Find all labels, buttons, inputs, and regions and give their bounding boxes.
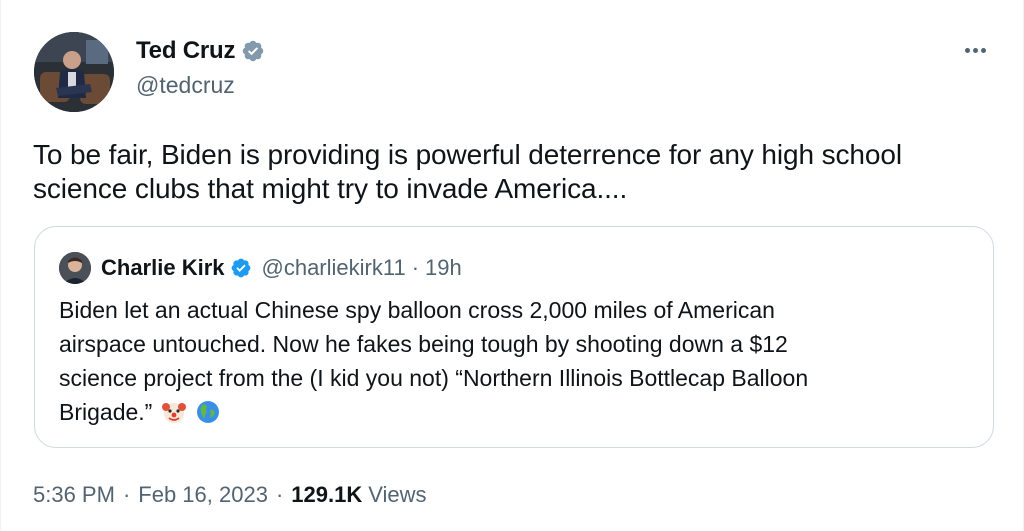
gray-verified-badge-icon — [243, 40, 264, 62]
author-display-name[interactable]: Ted Cruz — [136, 37, 235, 65]
tweet-text-line: science clubs that might try to invade A… — [33, 173, 628, 204]
quoted-text-line: airspace untouched. Now he fakes being t… — [59, 331, 788, 357]
tweet-date[interactable]: Feb 16, 2023 — [138, 482, 268, 508]
views-count[interactable]: 129.1K — [291, 482, 362, 508]
quoted-text-line: science project from the (I kid you not)… — [59, 365, 809, 391]
author-handle[interactable]: @tedcruz — [136, 72, 265, 99]
author-block: Ted Cruz @tedcruz — [136, 36, 265, 99]
meta-separator: · — [122, 482, 131, 507]
tweet-meta: 5:36 PM · Feb 16, 2023 · 129.1K Views — [33, 480, 427, 510]
tweet-text-line: To be fair, Biden is providing is powerf… — [33, 139, 902, 170]
quoted-text-line-last: Brigade.” — [59, 395, 959, 429]
quoted-tweet[interactable]: Charlie Kirk @charliekirk11 · 19h Biden … — [34, 226, 994, 448]
meta-separator: · — [275, 482, 284, 507]
quoted-author-handle[interactable]: @charliekirk11 — [262, 255, 406, 281]
quoted-author-avatar[interactable] — [59, 252, 91, 284]
globe-americas-emoji-icon — [197, 401, 220, 423]
quoted-tweet-header: Charlie Kirk @charliekirk11 · 19h — [59, 251, 462, 285]
views-label: Views — [368, 482, 427, 507]
quoted-text-line: Biden let an actual Chinese spy balloon … — [59, 297, 775, 323]
quoted-text-line: Brigade.” — [59, 399, 153, 425]
blue-verified-badge-icon — [231, 258, 250, 278]
tweet-text: To be fair, Biden is providing is powerf… — [33, 138, 993, 206]
tweet-card: Ted Cruz @tedcruz To be fair, Biden is p… — [0, 0, 1024, 531]
tweet-time[interactable]: 5:36 PM — [33, 482, 115, 508]
quoted-separator: · — [411, 255, 420, 280]
author-name-row: Ted Cruz — [136, 36, 265, 66]
author-avatar[interactable] — [34, 32, 114, 112]
more-horizontal-icon[interactable] — [959, 38, 991, 62]
quoted-timestamp[interactable]: 19h — [425, 255, 462, 281]
clown-face-emoji-icon — [161, 403, 186, 423]
quoted-tweet-text: Biden let an actual Chinese spy balloon … — [59, 293, 959, 429]
quoted-author-name[interactable]: Charlie Kirk — [101, 255, 225, 281]
